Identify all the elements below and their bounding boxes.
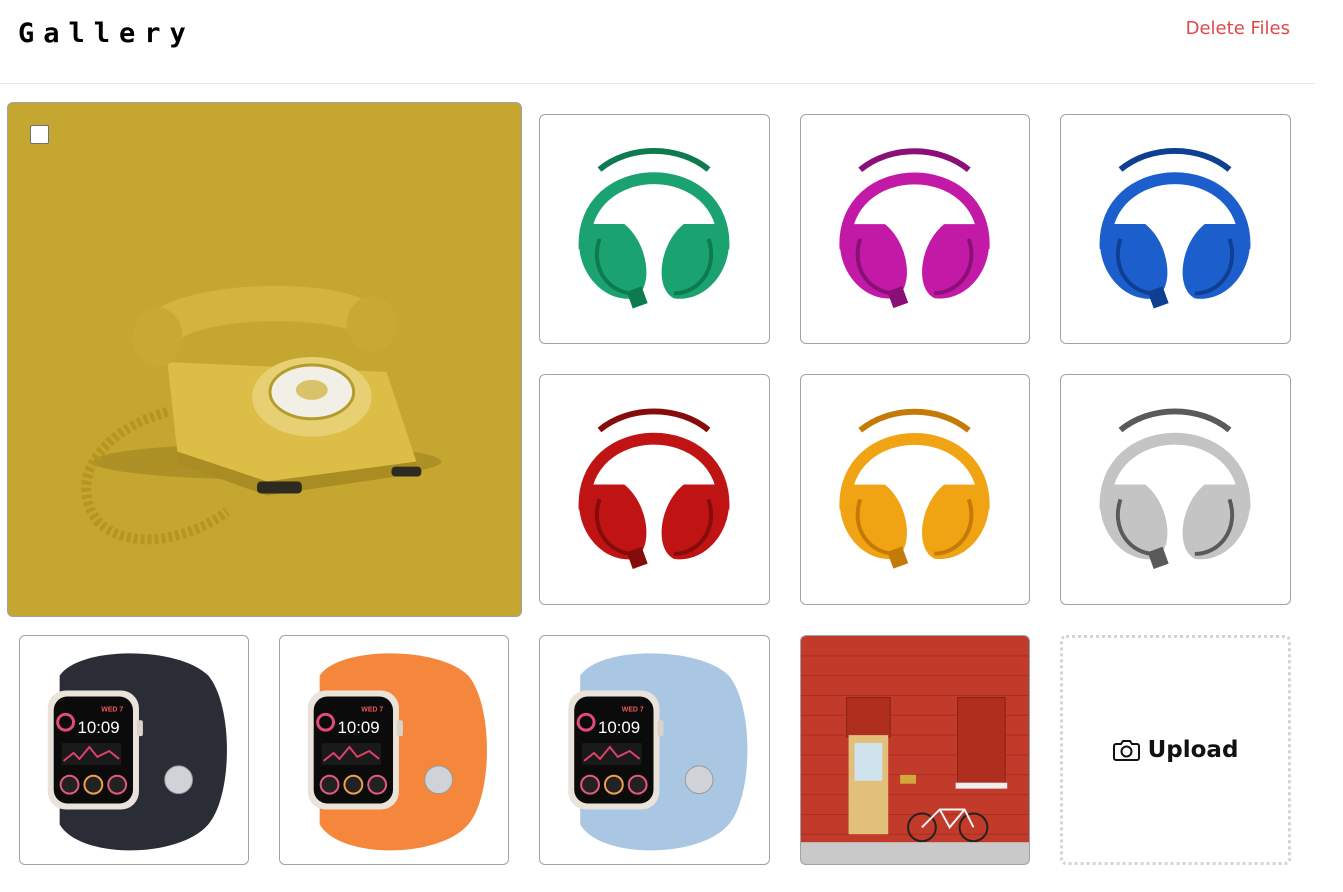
smartwatch-icon: WED 7 10:09 bbox=[307, 653, 487, 851]
camera-icon bbox=[1112, 740, 1140, 761]
watch-time: 10:09 bbox=[77, 718, 119, 737]
gallery-item-watch-blue[interactable]: WED 7 10:09 bbox=[539, 635, 770, 865]
gallery-item-door-photo[interactable] bbox=[800, 635, 1030, 865]
upload-label: Upload bbox=[1147, 737, 1239, 763]
watch-time: 10:09 bbox=[598, 718, 640, 737]
headphones-icon bbox=[578, 408, 730, 569]
delete-files-button[interactable]: Delete Files bbox=[1186, 18, 1290, 39]
watch-day: WED 7 bbox=[101, 706, 123, 713]
gallery-item-headphones-red[interactable] bbox=[539, 374, 770, 605]
headphones-icon bbox=[1099, 147, 1251, 309]
gallery-item-headphones-yellow[interactable] bbox=[800, 374, 1030, 605]
header: Gallery Delete Files bbox=[0, 0, 1315, 84]
watch-day: WED 7 bbox=[622, 706, 644, 713]
watch-time: 10:09 bbox=[337, 718, 379, 737]
headphones-icon bbox=[578, 147, 730, 309]
gallery-item-headphones-blue[interactable] bbox=[1060, 114, 1291, 344]
rotary-telephone-icon bbox=[81, 285, 442, 545]
headphones-icon bbox=[839, 408, 990, 569]
gallery-item-watch-midnight[interactable]: WED 7 10:09 bbox=[19, 635, 249, 865]
page-title: Gallery bbox=[18, 18, 195, 49]
select-checkbox[interactable] bbox=[30, 125, 49, 144]
gallery-item-headphones-green[interactable] bbox=[539, 114, 770, 344]
gallery-item-headphones-silver[interactable] bbox=[1060, 374, 1291, 605]
red-brick-door-bicycle-image bbox=[801, 636, 1029, 864]
upload-button[interactable]: Upload bbox=[1060, 635, 1291, 865]
headphones-icon bbox=[839, 148, 990, 309]
gallery-item-watch-orange[interactable]: WED 7 10:09 bbox=[279, 635, 509, 865]
watch-day: WED 7 bbox=[361, 706, 383, 713]
gallery-item-featured[interactable] bbox=[7, 102, 522, 617]
gallery-item-headphones-magenta[interactable] bbox=[800, 114, 1030, 344]
headphones-icon bbox=[1099, 408, 1251, 569]
smartwatch-icon: WED 7 10:09 bbox=[568, 653, 748, 851]
smartwatch-icon: WED 7 10:09 bbox=[47, 653, 227, 851]
